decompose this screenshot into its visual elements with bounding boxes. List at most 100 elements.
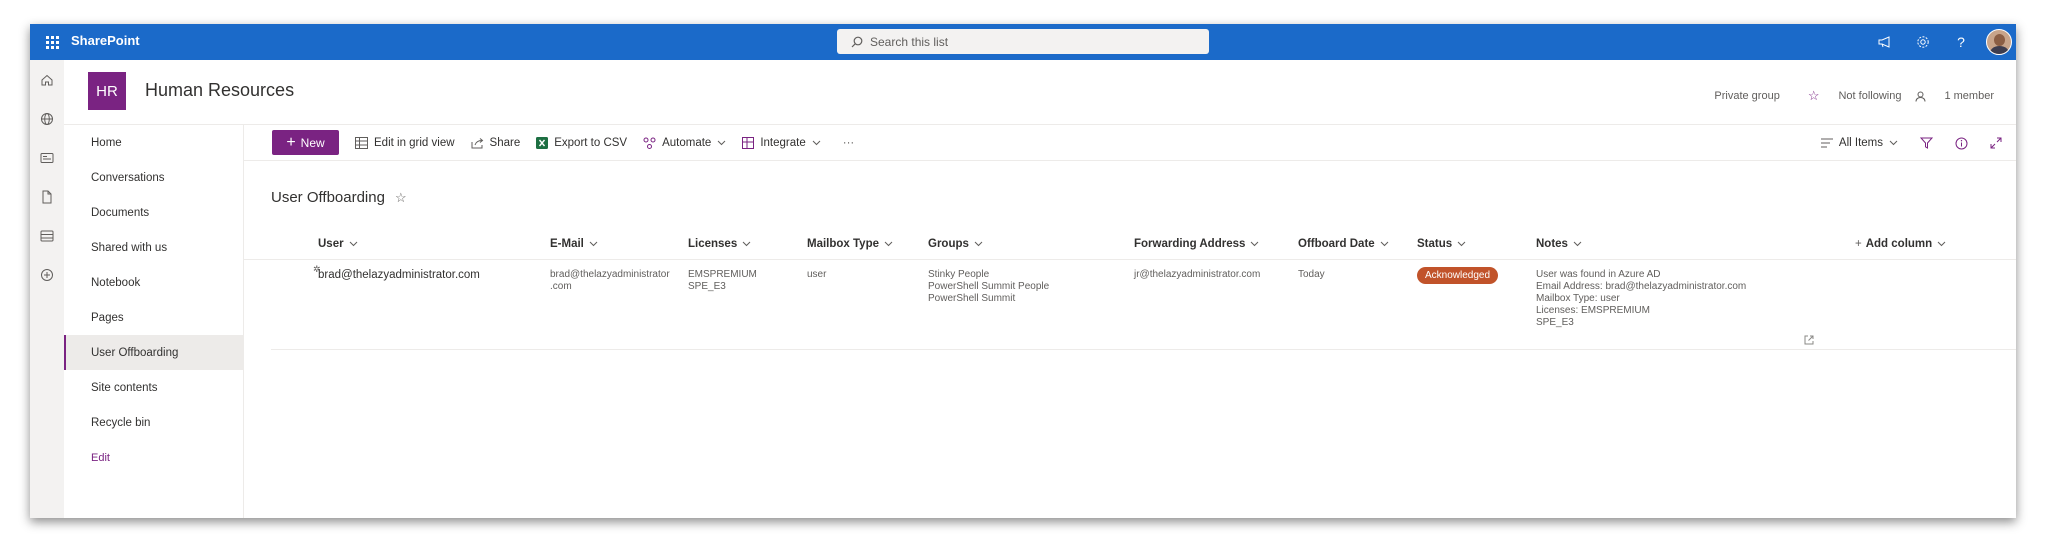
cell-email-line: brad@thelazyadministrator xyxy=(550,269,670,280)
automate-label: Automate xyxy=(662,136,712,149)
home-icon[interactable] xyxy=(30,60,64,99)
cell-note-line: SPE_E3 xyxy=(1536,317,1574,328)
chevron-down-icon xyxy=(884,241,893,247)
view-selector[interactable]: All Items xyxy=(1820,137,1898,149)
edit-grid-view-button[interactable]: Edit in grid view xyxy=(355,136,455,149)
app-name[interactable]: SharePoint xyxy=(71,33,140,48)
integrate-menu[interactable]: Integrate xyxy=(742,136,821,149)
column-header-licenses[interactable]: Licenses xyxy=(688,238,751,250)
integrate-icon xyxy=(742,136,755,149)
chevron-down-icon xyxy=(589,241,598,247)
export-csv-label: Export to CSV xyxy=(554,136,628,149)
automate-menu[interactable]: Automate xyxy=(643,137,726,149)
star-icon: ☆ xyxy=(1807,88,1820,103)
add-column-button[interactable]: + Add column xyxy=(1855,238,1946,250)
share-button[interactable]: Share xyxy=(471,136,521,149)
column-header-offboard-date[interactable]: Offboard Date xyxy=(1298,238,1389,250)
cell-note-line: User was found in Azure AD xyxy=(1536,269,1661,280)
share-icon xyxy=(471,137,484,149)
expand-icon[interactable] xyxy=(1990,137,2002,149)
cell-notes: User was found in Azure AD Email Address… xyxy=(1536,269,1746,329)
grid-icon xyxy=(355,136,368,149)
cell-forwarding-address: jr@thelazyadministrator.com xyxy=(1134,269,1261,280)
column-header-email[interactable]: E-Mail xyxy=(550,238,598,250)
nav-item-recycle-bin[interactable]: Recycle bin xyxy=(64,405,243,440)
site-title[interactable]: Human Resources xyxy=(145,80,294,101)
integrate-label: Integrate xyxy=(760,136,806,149)
list-header: User E-Mail Licenses Mailbox Type Groups… xyxy=(244,228,2016,260)
avatar[interactable] xyxy=(1986,29,2012,55)
column-header-status[interactable]: Status xyxy=(1417,238,1466,250)
filter-icon[interactable] xyxy=(1920,137,1933,149)
share-label: Share xyxy=(489,136,521,149)
megaphone-icon[interactable] xyxy=(1866,24,1904,60)
gear-icon[interactable] xyxy=(1904,24,1942,60)
column-header-groups[interactable]: Groups xyxy=(928,238,983,250)
excel-icon xyxy=(536,136,549,149)
app-launcher-icon[interactable] xyxy=(34,24,70,60)
list-view-icon xyxy=(1820,138,1833,148)
plus-icon: + xyxy=(286,133,296,151)
table-row[interactable]: ✲ brad@thelazyadministrator.com brad@the… xyxy=(271,260,2016,350)
app-bar xyxy=(30,60,64,518)
members-label: 1 member xyxy=(1944,90,1994,102)
column-header-mailbox-type[interactable]: Mailbox Type xyxy=(807,238,893,250)
nav-item-site-contents[interactable]: Site contents xyxy=(64,370,243,405)
chevron-down-icon xyxy=(1457,241,1466,247)
chevron-down-icon xyxy=(812,140,821,146)
cell-group-line: PowerShell Summit xyxy=(928,293,1016,304)
cell-license-line: EMSPREMIUM xyxy=(688,269,757,280)
search-icon xyxy=(851,36,863,47)
nav-item-documents[interactable]: Documents xyxy=(64,195,243,230)
cell-user[interactable]: brad@thelazyadministrator.com xyxy=(318,269,480,281)
more-options-button[interactable]: ··· xyxy=(843,137,855,149)
nav-item-pages[interactable]: Pages xyxy=(64,300,243,335)
lists-icon[interactable] xyxy=(30,216,64,255)
column-header-notes[interactable]: Notes xyxy=(1536,238,1582,250)
chevron-down-icon xyxy=(1889,140,1898,146)
chevron-down-icon xyxy=(974,241,983,247)
nav-item-user-offboarding[interactable]: User Offboarding xyxy=(64,335,243,370)
nav-item-home[interactable]: Home xyxy=(64,125,243,160)
search-input[interactable]: Search this list xyxy=(870,35,948,49)
column-label: Forwarding Address xyxy=(1134,238,1246,250)
column-label: E-Mail xyxy=(550,238,584,250)
open-external-icon[interactable] xyxy=(1804,335,1814,345)
nav-item-shared-with-us[interactable]: Shared with us xyxy=(64,230,243,265)
chevron-down-icon xyxy=(349,241,358,247)
add-column-label: Add column xyxy=(1865,238,1933,250)
search-box[interactable]: Search this list xyxy=(837,29,1209,54)
nav-item-conversations[interactable]: Conversations xyxy=(64,160,243,195)
view-label: All Items xyxy=(1838,137,1883,149)
help-icon[interactable]: ? xyxy=(1942,24,1980,60)
site-logo[interactable]: HR xyxy=(88,72,126,110)
nav-edit-link[interactable]: Edit xyxy=(64,440,243,475)
cell-groups: Stinky People PowerShell Summit People P… xyxy=(928,269,1049,305)
follow-button[interactable]: ☆ Not following xyxy=(1794,88,1902,104)
members-button[interactable]: 1 member xyxy=(1915,90,1994,102)
new-button[interactable]: + New xyxy=(272,130,339,155)
globe-icon[interactable] xyxy=(30,99,64,138)
info-icon[interactable] xyxy=(1955,137,1968,150)
column-label: Notes xyxy=(1536,238,1568,250)
cell-note-line: Mailbox Type: user xyxy=(1536,293,1620,304)
cell-group-line: Stinky People xyxy=(928,269,990,280)
cell-group-line: PowerShell Summit People xyxy=(928,281,1050,292)
column-label: Groups xyxy=(928,238,969,250)
column-header-forwarding-address[interactable]: Forwarding Address xyxy=(1134,238,1259,250)
nav-item-notebook[interactable]: Notebook xyxy=(64,265,243,300)
status-badge: Acknowledged xyxy=(1417,267,1499,284)
export-csv-button[interactable]: Export to CSV xyxy=(536,136,628,149)
cell-note-line: Email Address: brad@thelazyadministrator… xyxy=(1536,281,1747,292)
column-label: User xyxy=(318,238,344,250)
column-header-user[interactable]: User xyxy=(318,238,358,250)
automate-icon xyxy=(643,137,656,149)
edit-grid-view-label: Edit in grid view xyxy=(374,136,455,149)
cell-offboard-date: Today xyxy=(1298,269,1325,280)
create-icon[interactable] xyxy=(30,255,64,294)
privacy-label: Private group xyxy=(1714,90,1780,102)
favorite-star-icon[interactable]: ☆ xyxy=(395,190,407,206)
column-label: Licenses xyxy=(688,238,738,250)
document-icon[interactable] xyxy=(30,177,64,216)
news-icon[interactable] xyxy=(30,138,64,177)
